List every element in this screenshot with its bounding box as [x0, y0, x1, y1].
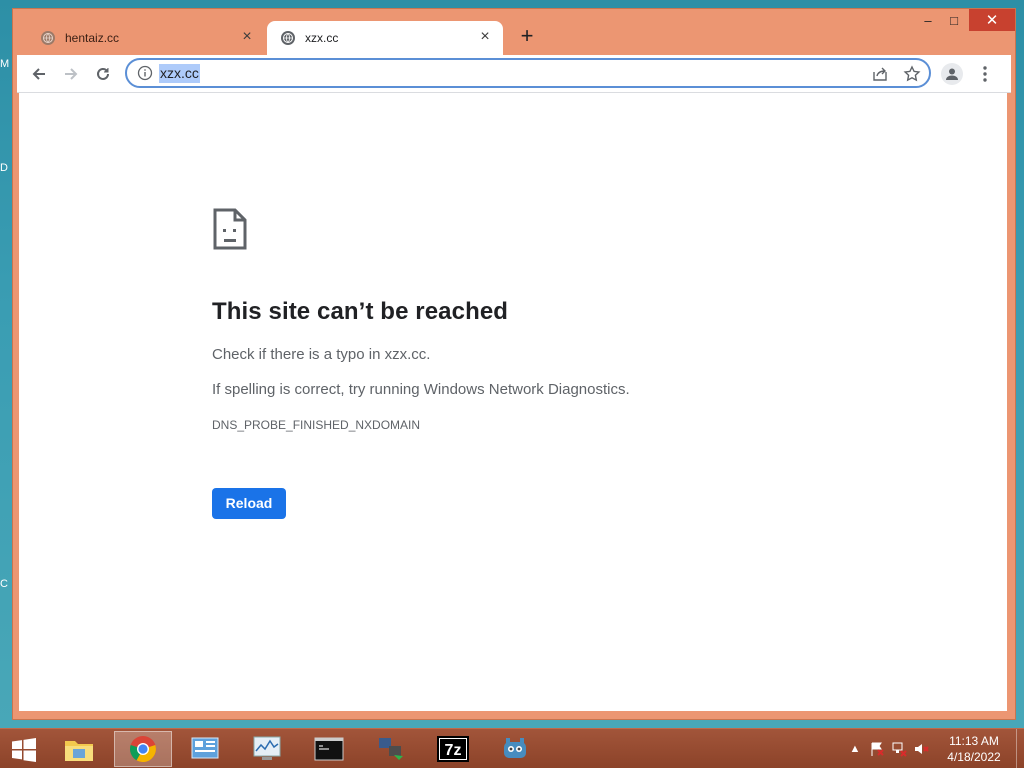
- close-button[interactable]: ✕: [969, 9, 1015, 31]
- taskbar-control-panel[interactable]: [176, 731, 234, 767]
- close-tab-icon[interactable]: ×: [477, 29, 493, 46]
- clock-date: 4/18/2022: [947, 750, 1001, 764]
- start-button[interactable]: [4, 735, 44, 765]
- desktop-icon-label-d: D: [0, 162, 8, 174]
- tab-title: xzx.cc: [305, 31, 339, 45]
- taskbar-chrome[interactable]: [114, 731, 172, 767]
- taskbar-network-tool[interactable]: [362, 731, 420, 767]
- taskbar-performance-monitor[interactable]: [238, 731, 296, 767]
- address-bar[interactable]: xzx.cc: [125, 58, 931, 88]
- taskbar-7zip[interactable]: 7z: [424, 731, 482, 767]
- reload-button[interactable]: [89, 61, 117, 87]
- sad-document-icon: [213, 208, 247, 250]
- menu-icon: [983, 66, 987, 82]
- address-text[interactable]: xzx.cc: [159, 64, 200, 83]
- browser-toolbar: xzx.cc: [17, 55, 1011, 93]
- tab-title: hentaiz.cc: [65, 31, 120, 45]
- svg-text:7z: 7z: [445, 742, 462, 759]
- minimize-button[interactable]: –: [915, 9, 941, 31]
- taskbar-command-prompt[interactable]: [300, 731, 358, 767]
- desktop-icon-label-m: M: [0, 58, 10, 70]
- browser-window: hentaiz.cc × xzx.cc × + – □ ✕ xzx.cc Thi…: [12, 8, 1016, 720]
- maximize-button[interactable]: □: [941, 9, 967, 31]
- reload-page-button[interactable]: Reload: [212, 488, 286, 519]
- menu-button[interactable]: [975, 63, 995, 85]
- profile-icon: [946, 68, 958, 80]
- error-hint-diagnostics: If spelling is correct, try running Wind…: [212, 381, 812, 398]
- chrome-icon: [130, 736, 156, 763]
- diagnostics-link[interactable]: try running Windows Network Diagnostics: [349, 381, 626, 398]
- globe-icon: [281, 31, 295, 45]
- window-controls: – □ ✕: [915, 9, 1015, 31]
- forward-icon: [65, 68, 78, 80]
- desktop-icon-label-c: C: [0, 578, 8, 590]
- back-button[interactable]: [25, 61, 53, 87]
- show-desktop-button[interactable]: [1016, 729, 1024, 768]
- hint-prefix: If spelling is correct,: [212, 381, 349, 398]
- reload-icon: [97, 67, 109, 80]
- tab-xzx[interactable]: xzx.cc ×: [267, 21, 503, 55]
- terminal-icon: [314, 737, 344, 761]
- clock-time: 11:13 AM: [949, 734, 999, 748]
- back-icon: [32, 68, 45, 80]
- error-code: DNS_PROBE_FINISHED_NXDOMAIN: [212, 418, 421, 432]
- 7zip-icon: 7z: [437, 736, 469, 762]
- hint-suffix: .: [625, 381, 630, 398]
- action-center-flag-icon[interactable]: [866, 738, 888, 760]
- new-tab-button[interactable]: +: [515, 25, 539, 49]
- error-hint-typo: Check if there is a typo in xzx.cc.: [212, 346, 431, 363]
- forward-button[interactable]: [57, 61, 85, 87]
- taskbar: 7z ▲ 11:13 AM 4/18/2022: [0, 728, 1024, 768]
- network-status-icon[interactable]: [888, 738, 910, 760]
- tab-hentaiz[interactable]: hentaiz.cc ×: [27, 21, 265, 55]
- network-icon: [379, 738, 403, 760]
- volume-icon[interactable]: [910, 738, 932, 760]
- share-icon[interactable]: [871, 65, 889, 83]
- close-tab-icon[interactable]: ×: [239, 29, 255, 46]
- show-hidden-icons-icon[interactable]: ▲: [844, 738, 866, 760]
- error-panel: This site can’t be reached Check if ther…: [212, 207, 812, 519]
- profile-button[interactable]: [941, 63, 963, 85]
- title-bar: hentaiz.cc × xzx.cc × + – □ ✕: [13, 9, 1015, 55]
- error-title: This site can’t be reached: [212, 298, 509, 325]
- folder-icon: [65, 741, 93, 761]
- godot-icon: [504, 738, 526, 758]
- page-content: This site can’t be reached Check if ther…: [19, 93, 1007, 711]
- windows-logo-icon: [12, 738, 36, 762]
- info-icon[interactable]: [137, 65, 153, 81]
- globe-icon: [41, 31, 55, 45]
- taskbar-file-explorer[interactable]: [50, 731, 108, 767]
- system-tray: ▲ 11:13 AM 4/18/2022: [844, 729, 1024, 768]
- clock[interactable]: 11:13 AM 4/18/2022: [932, 733, 1016, 765]
- control-panel-icon: [191, 737, 219, 759]
- monitor-chart-icon: [253, 736, 281, 760]
- star-icon[interactable]: [903, 65, 921, 83]
- taskbar-godot[interactable]: [486, 731, 544, 767]
